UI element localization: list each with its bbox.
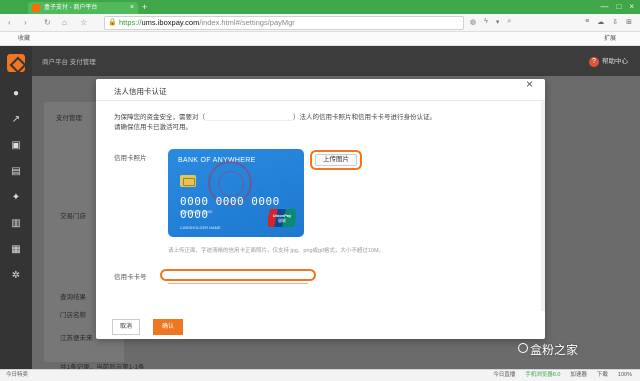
address-input[interactable]: 🔒 https://ums.iboxpay.com/index.html#/se… (104, 16, 464, 30)
store-name-col: 门店名称 (60, 312, 86, 319)
lock-icon: 🔒 (108, 19, 117, 26)
watermark-icon (518, 343, 528, 353)
search-icon[interactable]: ⌕ (507, 18, 511, 26)
credit-card-image: BANK OF ANYWHERE 0000 0000 0000 0000 000… (168, 149, 304, 237)
card-photo-label: 信用卡照片 (114, 155, 147, 162)
watermark-text: 盒粉之家 (530, 343, 579, 357)
result-label: 查询结果 (60, 294, 86, 301)
card-number-input[interactable] (160, 269, 316, 281)
status-live[interactable]: 今日直播 (493, 370, 515, 381)
shield-icon[interactable]: ◍ (470, 18, 476, 26)
url-actions: ◍ ϟ ▾ ⌕ (470, 18, 511, 26)
card-holder: CARDHOLDER NAME (180, 225, 221, 230)
sidebar: ● ↗ ▣ ▤ ✦ ▥ ▦ ✲ (0, 46, 32, 369)
status-zoom[interactable]: 100% (618, 370, 632, 381)
table-row: 江苏便未来 (60, 335, 93, 342)
breadcrumb: 商户平台 支付管理 (42, 59, 96, 66)
lightning-icon[interactable]: ϟ (484, 18, 488, 26)
dialog-scrollbar[interactable] (541, 101, 545, 311)
star-icon[interactable]: ☆ (80, 17, 87, 29)
home-icon[interactable]: ⌂ (62, 17, 67, 29)
status-download[interactable]: 下载 (597, 370, 608, 381)
back-icon[interactable]: ‹ (8, 17, 11, 29)
status-browser[interactable]: 手机浏览器8.0 (525, 370, 560, 381)
redacted-name (205, 113, 293, 122)
store-label: 交易门店 (60, 213, 86, 220)
address-toolbar: ‹ › ↻ ⌂ ☆ 🔒 https://ums.iboxpay.com/inde… (0, 14, 640, 32)
credit-card-auth-dialog: 法人信用卡认证 × 为保障您的资金安全，需要对（ ）法人的信用卡照片和信用卡卡号进… (96, 79, 545, 339)
card-bank-name: BANK OF ANYWHERE (178, 157, 256, 164)
card-chip-icon (180, 175, 196, 187)
browser-tools: ≡ ☁ ⇩ ⊞ (585, 18, 632, 26)
url-host: ums.iboxpay.com (141, 18, 200, 27)
notice-part2: ）法人的信用卡照片和信用卡卡号进行身份认证。 (293, 114, 436, 121)
url-path: /index.html#/settings/payMgr (199, 18, 295, 27)
card-number-label: 信用卡卡号 (114, 274, 147, 281)
app-header: 商户平台 支付管理 ? 帮助中心 (32, 46, 640, 76)
new-tab-icon[interactable]: + (142, 1, 147, 13)
apps-icon[interactable]: ⊞ (626, 18, 632, 26)
pin-icon[interactable]: ✦ (10, 192, 22, 204)
section-title: 支付管理 (56, 115, 82, 122)
chart-icon[interactable]: ↗ (10, 114, 22, 126)
upload-hint: 请上传正面、字迹清晰的信用卡正面照片，仅支持 jpg、png或gif格式，大小不… (168, 248, 385, 254)
help-center-link[interactable]: ? 帮助中心 (589, 55, 628, 67)
input-underline (168, 283, 308, 284)
download-icon[interactable]: ⇩ (612, 18, 618, 26)
notice-text: 为保障您的资金安全，需要对（ ）法人的信用卡照片和信用卡卡号进行身份认证。 请确保… (114, 113, 514, 133)
bookmarks-bar: 收藏 扩展 (0, 32, 640, 46)
tab-title: 盒子支付 - 商户平台 (44, 5, 98, 11)
download-box-icon[interactable]: ▣ (10, 140, 22, 152)
cloud-icon[interactable]: ☁ (597, 18, 604, 26)
menu-icon[interactable]: ≡ (585, 18, 589, 26)
maximize-icon[interactable]: □ (616, 1, 621, 13)
status-accel[interactable]: 加速器 (570, 370, 587, 381)
notice-line2: 请确保信用卡已激活可用。 (114, 124, 192, 131)
card-sub: 0000 VALID 00/00 (180, 209, 213, 214)
minimize-icon[interactable]: — (600, 1, 608, 13)
extensions-button[interactable]: 扩展 (604, 34, 616, 44)
window-controls: — □ × (600, 1, 634, 13)
forward-icon[interactable]: › (24, 17, 27, 29)
browser-tab-bar: 盒子支付 - 商户平台 × + — □ × (0, 0, 640, 14)
close-icon[interactable]: × (526, 79, 533, 91)
upload-image-button[interactable]: 上传图片 (310, 150, 362, 170)
confirm-button[interactable]: 确认 (153, 319, 183, 335)
tab-close-icon[interactable]: × (130, 2, 134, 14)
help-icon: ? (589, 57, 599, 67)
user-icon[interactable]: ● (10, 88, 22, 100)
unionpay-cn-text: 银联 (278, 218, 286, 223)
dialog-title: 法人信用卡认证 (114, 87, 167, 96)
dropdown-icon[interactable]: ▾ (496, 18, 500, 26)
upload-button-label: 上传图片 (315, 154, 357, 166)
favicon-icon (32, 4, 40, 12)
url-scheme: https:// (119, 18, 142, 27)
status-items: 今日直播 手机浏览器8.0 加速器 下载 100% (493, 370, 632, 381)
help-label: 帮助中心 (602, 58, 628, 65)
status-bar: 今日特卖 今日直播 手机浏览器8.0 加速器 下载 100% (0, 369, 640, 381)
bookmark-folder[interactable]: 收藏 (18, 34, 30, 44)
notice-part1: 为保障您的资金安全，需要对（ (114, 114, 205, 121)
card-icon[interactable]: ▥ (10, 218, 22, 230)
close-window-icon[interactable]: × (629, 1, 634, 13)
cancel-button[interactable]: 取消 (112, 319, 140, 335)
report-icon[interactable]: ▦ (10, 244, 22, 256)
refresh-icon[interactable]: ↻ (44, 17, 51, 29)
dialog-header: 法人信用卡认证 × (96, 79, 545, 101)
app-logo-icon[interactable] (7, 54, 25, 72)
settings-icon[interactable]: ✲ (10, 270, 22, 282)
browser-tab[interactable]: 盒子支付 - 商户平台 × (28, 2, 138, 14)
store-icon[interactable]: ▤ (10, 166, 22, 178)
status-deals[interactable]: 今日特卖 (6, 370, 28, 381)
unionpay-logo-icon: UnionPay 银联 (268, 209, 296, 227)
